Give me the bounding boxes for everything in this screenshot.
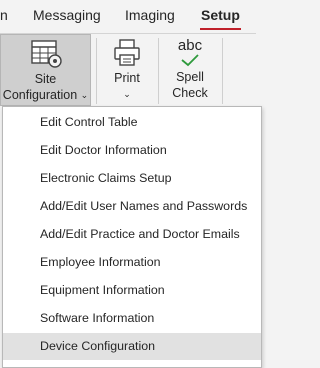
spell-check-icon [181,54,199,67]
menu-item-employee-information[interactable]: Employee Information [3,249,261,276]
tab-setup[interactable]: Setup [200,0,241,33]
site-configuration-label-line1: Site [34,72,57,86]
print-label: Print [114,71,140,85]
ribbon-separator [96,38,97,104]
site-configuration-menu: Edit Control Table Edit Doctor Informati… [2,106,262,368]
printer-icon [114,39,140,66]
menu-item-user-names-passwords[interactable]: Add/Edit User Names and Passwords [3,193,261,220]
tab-imaging[interactable]: Imaging [125,0,175,33]
table-config-icon [30,40,62,68]
ribbon-separator [222,38,223,104]
chevron-down-icon: ⌄ [80,90,89,100]
print-button[interactable]: Print ⌄ [100,34,154,106]
menu-bar: n Messaging Imaging Setup [0,0,256,34]
menu-item-electronic-claims-setup[interactable]: Electronic Claims Setup [3,165,261,192]
menu-item-edit-control-table[interactable]: Edit Control Table [3,109,261,136]
menu-item-device-configuration[interactable]: Device Configuration [3,333,261,360]
tab-messaging[interactable]: Messaging [33,0,101,33]
menu-item-practice-doctor-emails[interactable]: Add/Edit Practice and Doctor Emails [3,221,261,248]
site-configuration-label-line2: Configuration ⌄ [2,88,89,102]
spell-check-abc: abc [177,37,203,54]
spell-check-label-line1: Spell [176,70,204,84]
spell-check-button[interactable]: abc Spell Check [162,34,218,106]
menu-item-edit-doctor-information[interactable]: Edit Doctor Information [3,137,261,164]
site-configuration-button[interactable]: Site Configuration ⌄ [0,34,91,106]
chevron-down-icon: ⌄ [123,89,131,99]
menu-item-software-information[interactable]: Software Information [3,305,261,332]
ribbon-separator [158,38,159,104]
ribbon: Site Configuration ⌄ Print ⌄ abc Spell C… [0,34,256,106]
spell-check-label-line2: Check [172,86,208,100]
tab-home-partial[interactable]: n [0,0,8,33]
menu-item-equipment-information[interactable]: Equipment Information [3,277,261,304]
